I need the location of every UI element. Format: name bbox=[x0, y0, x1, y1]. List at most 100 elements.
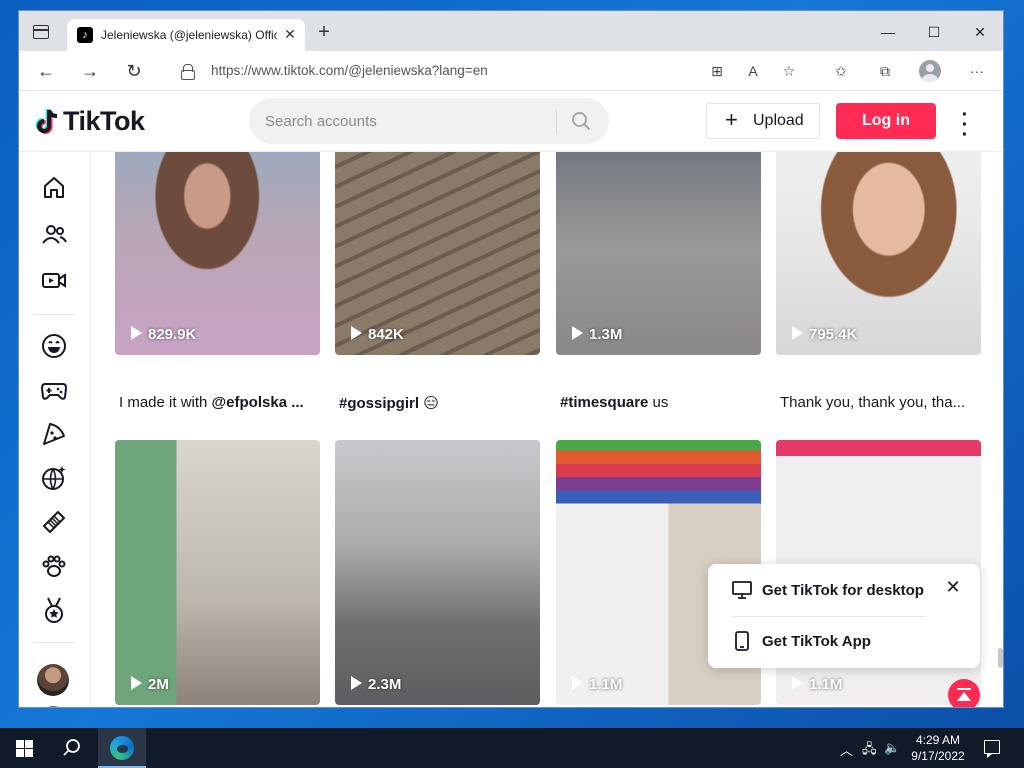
url-field[interactable]: https://www.tiktok.com/@jeleniewska?lang… bbox=[165, 57, 705, 85]
caption-text: 😑 bbox=[419, 395, 439, 412]
system-clock[interactable]: 4:29 AM 9/17/2022 bbox=[898, 732, 978, 764]
collections-icon[interactable]: ⧉ bbox=[875, 61, 895, 81]
taskbar-search-icon[interactable] bbox=[62, 738, 82, 758]
upload-button[interactable]: + Upload bbox=[706, 103, 820, 139]
tray-chevron-icon[interactable]: ︿ bbox=[840, 740, 853, 759]
beauty-icon[interactable] bbox=[40, 508, 68, 536]
refresh-icon[interactable]: ↻ bbox=[121, 59, 147, 83]
popup-close-icon[interactable]: ✕ bbox=[944, 578, 962, 596]
sidebar-divider bbox=[35, 314, 75, 315]
video-thumbnail[interactable]: 2.3M bbox=[335, 440, 540, 705]
caption-text: us bbox=[648, 394, 669, 411]
caption-hashtag[interactable]: #gossipgirl bbox=[339, 395, 419, 412]
taskbar-edge-button[interactable] bbox=[98, 728, 146, 768]
windows-taskbar: ︿ 🖧 🔈 4:29 AM 9/17/2022 bbox=[0, 728, 1024, 768]
app-available-icon[interactable]: ⊞ bbox=[707, 61, 727, 81]
caption-mention[interactable]: @efpolska ... bbox=[212, 394, 304, 411]
close-window-button[interactable]: ✕ bbox=[957, 19, 1003, 45]
get-app-label: Get TikTok App bbox=[762, 633, 871, 650]
back-to-top-button[interactable] bbox=[948, 679, 980, 707]
upload-label: Upload bbox=[753, 112, 804, 129]
play-icon bbox=[572, 676, 583, 690]
video-caption[interactable]: #gossipgirl 😑 bbox=[339, 394, 544, 412]
network-icon[interactable]: 🖧 bbox=[862, 740, 877, 762]
video-caption[interactable]: I made it with @efpolska ... bbox=[119, 394, 324, 411]
maximize-button[interactable]: ☐ bbox=[911, 19, 957, 45]
live-icon[interactable] bbox=[40, 266, 68, 294]
view-count: 829.9K bbox=[131, 326, 196, 343]
search-input[interactable] bbox=[265, 110, 545, 132]
suggested-account-avatar[interactable] bbox=[37, 706, 69, 707]
search-divider bbox=[556, 110, 557, 134]
sidebar bbox=[19, 152, 91, 707]
more-options-icon[interactable]: · · · bbox=[955, 105, 975, 145]
notifications-icon[interactable] bbox=[984, 740, 1000, 758]
title-bar: ♪ Jeleniewska (@jeleniewska) Official Ti… bbox=[19, 11, 1003, 51]
play-icon bbox=[131, 676, 142, 690]
windows-start-icon[interactable] bbox=[16, 740, 33, 757]
monitor-icon bbox=[732, 581, 752, 599]
view-count-text: 842K bbox=[368, 326, 404, 343]
view-count-text: 1.1M bbox=[589, 676, 623, 693]
back-icon[interactable]: ← bbox=[33, 59, 59, 83]
search-icon[interactable] bbox=[571, 111, 591, 131]
get-app-popup: Get TikTok for desktop ✕ Get TikTok App bbox=[708, 564, 980, 668]
tiktok-favicon-icon: ♪ bbox=[77, 27, 93, 43]
forward-icon[interactable]: → bbox=[77, 59, 103, 83]
search-bar bbox=[249, 98, 609, 144]
logo-text: TikTok bbox=[63, 106, 145, 136]
tab-close-icon[interactable]: ✕ bbox=[281, 25, 299, 43]
video-caption[interactable]: Thank you, thank you, tha... bbox=[780, 394, 985, 411]
caption-text: Thank you, thank you, tha... bbox=[780, 394, 966, 411]
view-count: 1.3M bbox=[572, 326, 622, 343]
tab-actions-icon[interactable] bbox=[33, 25, 49, 39]
clock-time: 4:29 AM bbox=[915, 733, 961, 747]
view-count: 2.3M bbox=[351, 676, 401, 693]
url-text[interactable]: https://www.tiktok.com/@jeleniewska?lang… bbox=[211, 63, 488, 78]
lock-icon[interactable] bbox=[181, 64, 195, 80]
view-count-text: 829.9K bbox=[148, 326, 197, 343]
new-tab-button[interactable]: + bbox=[313, 21, 335, 43]
view-count-text: 1.1M bbox=[809, 676, 843, 693]
tab-title: Jeleniewska (@jeleniewska) Official TikT… bbox=[101, 28, 277, 42]
favorites-icon[interactable]: ✩ bbox=[831, 61, 851, 81]
dance-icon[interactable] bbox=[40, 464, 68, 492]
food-icon[interactable] bbox=[40, 420, 68, 448]
caption-hashtag[interactable]: #timesquare bbox=[560, 394, 648, 411]
browser-tab-active[interactable]: ♪ Jeleniewska (@jeleniewska) Official Ti… bbox=[67, 19, 305, 51]
animals-icon[interactable] bbox=[40, 552, 68, 580]
address-bar: ← → ↻ https://www.tiktok.com/@jeleniewsk… bbox=[19, 51, 1003, 91]
view-count-text: 795.4K bbox=[809, 326, 858, 343]
tiktok-logo-icon bbox=[35, 109, 58, 134]
comedy-icon[interactable] bbox=[40, 332, 68, 360]
play-icon bbox=[131, 326, 142, 340]
view-count: 1.1M bbox=[792, 676, 842, 693]
browser-window: ♪ Jeleniewska (@jeleniewska) Official Ti… bbox=[18, 10, 1004, 708]
view-count: 1.1M bbox=[572, 676, 622, 693]
edge-icon bbox=[110, 736, 134, 760]
sports-icon[interactable] bbox=[40, 596, 68, 624]
view-count-text: 2M bbox=[148, 676, 169, 693]
suggested-account-avatar[interactable] bbox=[37, 664, 69, 696]
following-icon[interactable] bbox=[40, 220, 68, 248]
page-scrollbar[interactable] bbox=[998, 648, 1003, 668]
view-count-text: 2.3M bbox=[368, 676, 402, 693]
get-desktop-label: Get TikTok for desktop bbox=[762, 582, 924, 599]
add-favorite-icon[interactable]: ☆ bbox=[779, 61, 799, 81]
site-header: TikTok + Upload Log in ··· bbox=[19, 92, 1003, 152]
tiktok-page: TikTok + Upload Log in ··· bbox=[19, 92, 1003, 707]
play-icon bbox=[792, 676, 803, 690]
login-button[interactable]: Log in bbox=[836, 103, 936, 139]
minimize-button[interactable]: — bbox=[865, 19, 911, 45]
plus-icon: + bbox=[725, 107, 738, 132]
video-thumbnail[interactable]: 2M bbox=[115, 440, 320, 705]
profile-icon[interactable] bbox=[919, 60, 941, 82]
home-icon[interactable] bbox=[40, 174, 68, 202]
clock-date: 9/17/2022 bbox=[911, 749, 965, 763]
gaming-icon[interactable] bbox=[40, 376, 68, 404]
read-aloud-icon[interactable]: A bbox=[743, 61, 763, 81]
play-icon bbox=[351, 676, 362, 690]
settings-more-icon[interactable]: ··· bbox=[967, 61, 987, 81]
play-icon bbox=[572, 326, 583, 340]
video-caption[interactable]: #timesquare us bbox=[560, 394, 765, 411]
